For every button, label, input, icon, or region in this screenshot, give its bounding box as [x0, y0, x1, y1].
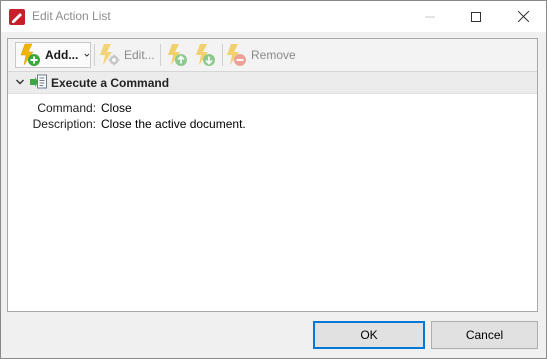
- close-icon: [517, 11, 529, 22]
- toolbar-separator: [94, 44, 95, 66]
- app-icon: [9, 9, 25, 25]
- action-group-header[interactable]: Execute a Command: [8, 72, 537, 94]
- edit-button[interactable]: Edit...: [97, 42, 159, 68]
- add-action-icon: [18, 43, 42, 67]
- edit-action-icon: [97, 43, 121, 67]
- ok-button[interactable]: OK: [313, 321, 425, 349]
- remove-button[interactable]: Remove: [224, 42, 300, 68]
- maximize-button[interactable]: [453, 1, 499, 32]
- toolbar: Add... Edit... Remove: [8, 39, 537, 72]
- add-label: Add...: [45, 48, 79, 62]
- property-row: Description: Close the active document.: [8, 117, 537, 132]
- property-row: Command: Close: [8, 101, 537, 116]
- move-up-button[interactable]: [165, 42, 191, 68]
- action-list-panel: Add... Edit... Remove Execute a Command …: [7, 38, 538, 312]
- move-down-icon: [193, 43, 217, 67]
- chevron-down-icon: [84, 53, 90, 57]
- move-down-button[interactable]: [193, 42, 219, 68]
- title-bar[interactable]: Edit Action List: [1, 1, 546, 32]
- property-value: Close: [101, 101, 132, 115]
- property-key: Command:: [37, 101, 96, 115]
- minimize-button[interactable]: [407, 1, 453, 32]
- move-up-icon: [165, 43, 189, 67]
- maximize-icon: [471, 11, 481, 22]
- minimize-icon: [425, 16, 435, 17]
- add-button[interactable]: Add...: [15, 42, 91, 68]
- edit-label: Edit...: [124, 48, 155, 62]
- toolbar-separator: [222, 44, 223, 66]
- toolbar-separator: [160, 44, 161, 66]
- chevron-down-icon[interactable]: [15, 77, 25, 87]
- close-button[interactable]: [500, 1, 546, 32]
- property-value: Close the active document.: [101, 117, 246, 131]
- cancel-button[interactable]: Cancel: [431, 321, 538, 349]
- action-group-label: Execute a Command: [51, 76, 170, 90]
- command-icon: [30, 74, 47, 89]
- dialog-window: Edit Action List Add... Edit... Remove E…: [0, 0, 547, 359]
- remove-action-icon: [224, 43, 248, 67]
- property-key: Description:: [32, 117, 96, 131]
- window-title: Edit Action List: [32, 9, 111, 23]
- remove-label: Remove: [251, 48, 296, 62]
